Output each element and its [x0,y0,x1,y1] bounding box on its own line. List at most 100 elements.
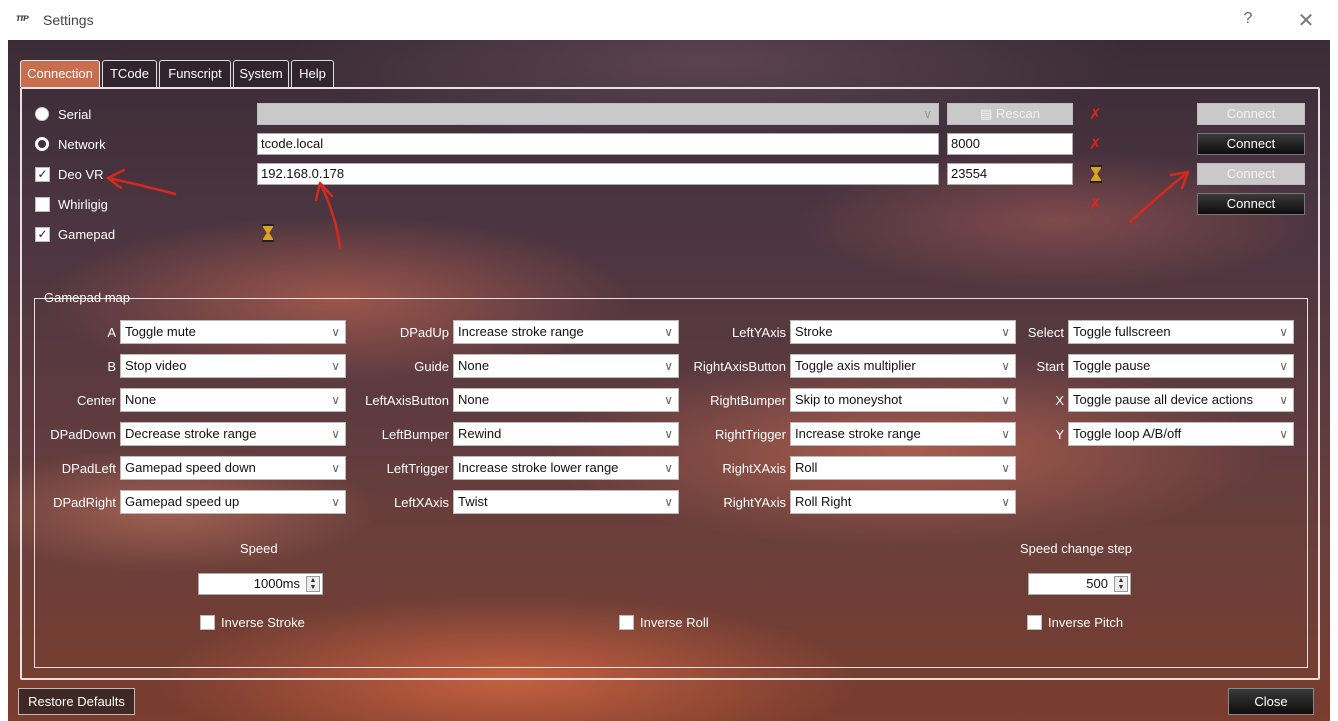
chevron-down-icon: ∨ [1279,325,1288,339]
map-select-dpadup[interactable]: Increase stroke range ∨ [453,320,679,344]
tab-tcode[interactable]: TCode [102,60,157,87]
chevron-down-icon: ∨ [1001,359,1010,373]
chevron-down-icon: ∨ [331,359,340,373]
whirligig-error-icon: ✗ [1089,196,1102,213]
chevron-down-icon: ∨ [1001,461,1010,475]
map-label-lefttrigger: LeftTrigger [386,461,449,476]
chevron-down-icon: ∨ [1001,427,1010,441]
network-host-input[interactable]: tcode.local [257,133,939,155]
map-select-start[interactable]: Toggle pause ∨ [1068,354,1294,378]
deovr-host-input[interactable]: 192.168.0.178 [257,163,939,185]
tab-help[interactable]: Help [291,60,334,87]
gamepad-map-title: Gamepad map [44,290,130,305]
deovr-port-input[interactable]: 23554 [947,163,1073,185]
map-label-leftbumper: LeftBumper [381,427,449,442]
speed-spinbox[interactable]: 1000ms ▲ ▼ [198,573,323,595]
spin-arrows-icon[interactable]: ▲ ▼ [306,576,320,592]
chevron-down-icon: ∨ [331,461,340,475]
serial-error-icon: ✗ [1089,106,1102,123]
inverse-stroke-label: Inverse Stroke [221,615,305,630]
chevron-down-icon: ∨ [664,359,673,373]
chevron-down-icon: ∨ [664,325,673,339]
map-label-leftaxisbutton: LeftAxisButton [365,393,449,408]
chevron-down-icon: ∨ [1279,359,1288,373]
map-label-dpadright: DPadRight [53,495,116,510]
app-logo-icon: ᴛᴛᴘ [16,13,29,24]
spin-arrows-icon[interactable]: ▲ ▼ [1114,576,1128,592]
map-select-b[interactable]: Stop video ∨ [120,354,346,378]
map-select-y[interactable]: Toggle loop A/B/off ∨ [1068,422,1294,446]
map-select-lefttrigger[interactable]: Increase stroke lower range ∨ [453,456,679,480]
map-select-rightxaxis[interactable]: Roll ∨ [790,456,1016,480]
map-label-leftxaxis: LeftXAxis [394,495,449,510]
chevron-down-icon: ∨ [331,495,340,509]
map-select-guide[interactable]: None ∨ [453,354,679,378]
map-select-dpadleft[interactable]: Gamepad speed down ∨ [120,456,346,480]
gamepad-checkbox[interactable]: ✓ [35,227,50,242]
map-select-leftyaxis[interactable]: Stroke ∨ [790,320,1016,344]
map-label-righttrigger: RightTrigger [714,427,786,442]
title-bar: ᴛᴛᴘ Settings ? ✕ [0,0,1338,40]
map-label-select: Select [1027,325,1064,340]
serial-label: Serial [58,107,92,122]
map-select-a[interactable]: Toggle mute ∨ [120,320,346,344]
map-label-start: Start [1036,359,1064,374]
inverse-roll-checkbox[interactable] [619,615,634,630]
map-select-righttrigger[interactable]: Increase stroke range ∨ [790,422,1016,446]
chevron-down-icon: ∨ [331,427,340,441]
deovr-connect-button[interactable]: Connect [1197,163,1305,185]
network-radio[interactable] [35,137,49,151]
inverse-stroke-checkbox[interactable] [200,615,215,630]
map-select-select[interactable]: Toggle fullscreen ∨ [1068,320,1294,344]
chevron-down-icon: ∨ [923,107,932,121]
map-label-rightaxisbutton: RightAxisButton [693,359,787,374]
map-select-dpadright[interactable]: Gamepad speed up ∨ [120,490,346,514]
map-label-dpadup: DPadUp [399,325,449,340]
map-select-rightbumper[interactable]: Skip to moneyshot ∨ [790,388,1016,412]
rescan-button[interactable]: ▤ Rescan [947,103,1073,125]
map-select-center[interactable]: None ∨ [120,388,346,412]
map-select-leftaxisbutton[interactable]: None ∨ [453,388,679,412]
map-label-rightyaxis: RightYAxis [723,495,786,510]
speed-label: Speed [240,541,278,556]
tab-system[interactable]: System [233,60,289,87]
map-label-rightbumper: RightBumper [710,393,786,408]
map-select-leftbumper[interactable]: Rewind ∨ [453,422,679,446]
chevron-down-icon: ∨ [1279,393,1288,407]
map-label-dpadleft: DPadLeft [61,461,116,476]
help-button[interactable]: ? [1236,10,1260,32]
inverse-pitch-checkbox[interactable] [1027,615,1042,630]
map-label-b: B [107,359,116,374]
map-select-leftxaxis[interactable]: Twist ∨ [453,490,679,514]
network-port-input[interactable]: 8000 [947,133,1073,155]
whirligig-connect-button[interactable]: Connect [1197,193,1305,215]
serial-radio[interactable] [35,107,49,121]
tab-funscript[interactable]: Funscript [159,60,231,87]
deovr-checkbox[interactable]: ✓ [35,167,50,182]
window-close-button[interactable]: ✕ [1293,8,1319,34]
rescan-icon: ▤ [980,106,993,121]
map-select-rightaxisbutton[interactable]: Toggle axis multiplier ∨ [790,354,1016,378]
chevron-down-icon: ∨ [331,393,340,407]
map-label-center: Center [76,393,116,408]
serial-port-select[interactable]: ∨ [257,103,939,125]
serial-connect-button[interactable]: Connect [1197,103,1305,125]
map-select-x[interactable]: Toggle pause all device actions ∨ [1068,388,1294,412]
gamepad-label: Gamepad [58,227,116,242]
network-connect-button[interactable]: Connect [1197,133,1305,155]
chevron-down-icon: ∨ [331,325,340,339]
chevron-down-icon: ∨ [664,427,673,441]
chevron-down-icon: ∨ [1001,393,1010,407]
close-button[interactable]: Close [1228,688,1314,715]
speed-step-spinbox[interactable]: 500 ▲ ▼ [1028,573,1131,595]
map-label-leftyaxis: LeftYAxis [732,325,786,340]
map-select-dpaddown[interactable]: Decrease stroke range ∨ [120,422,346,446]
restore-defaults-button[interactable]: Restore Defaults [18,688,135,715]
map-label-x: X [1055,393,1064,408]
tab-connection[interactable]: Connection [20,60,100,87]
map-label-guide: Guide [414,359,449,374]
chevron-down-icon: ∨ [1001,325,1010,339]
whirligig-checkbox[interactable] [35,197,50,212]
inverse-pitch-label: Inverse Pitch [1048,615,1124,630]
map-select-rightyaxis[interactable]: Roll Right ∨ [790,490,1016,514]
